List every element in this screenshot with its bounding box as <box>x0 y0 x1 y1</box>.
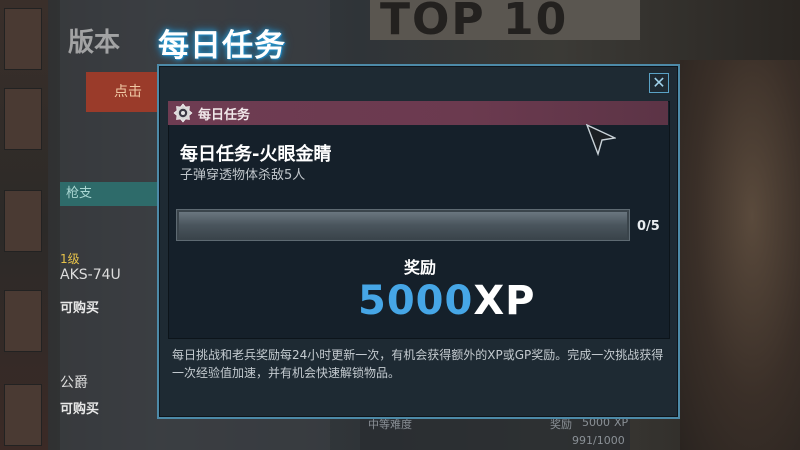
left-thumbnail-column <box>0 0 48 450</box>
weapon-name: 公爵 <box>60 375 88 391</box>
buy-status: 可购买 <box>60 402 100 417</box>
reward-value: 5000XP <box>358 278 535 324</box>
thumbnail[interactable] <box>4 384 42 446</box>
page-title: 每日任务 <box>158 28 286 64</box>
bottom-info-progress: 991/1000 <box>572 434 625 447</box>
mission-title: 每日任务-火眼金睛 <box>180 144 332 165</box>
reward-label: 奖励 <box>403 258 436 277</box>
mission-description: 子弹穿透物体杀敌5人 <box>180 168 306 183</box>
reward-amount: 5000 <box>358 278 474 324</box>
thumbnail[interactable] <box>4 290 42 352</box>
progress-count: 0/5 <box>637 219 660 234</box>
thumbnail[interactable] <box>4 8 42 70</box>
weapon-card[interactable]: 公爵 可购买 <box>60 372 160 417</box>
mission-footer-note: 每日挑战和老兵奖励每24小时更新一次，有机会获得额外的XP或GP奖励。完成一次挑… <box>172 348 664 380</box>
mission-header-label: 每日任务 <box>198 108 251 123</box>
tab-weapons[interactable]: 枪支 <box>60 182 160 206</box>
progress-track <box>179 212 627 238</box>
top-banner: TOP 10 <box>370 0 640 40</box>
close-icon[interactable]: ✕ <box>649 73 669 93</box>
mission-progress-bar <box>176 209 630 241</box>
thumbnail[interactable] <box>4 190 42 252</box>
version-text: 版本 <box>68 28 121 58</box>
cursor-arrow-icon <box>586 124 616 156</box>
buy-status: 可购买 <box>60 301 100 316</box>
badge-icon <box>173 103 193 123</box>
reward-unit: XP <box>473 278 536 324</box>
thumbnail[interactable] <box>4 88 42 150</box>
